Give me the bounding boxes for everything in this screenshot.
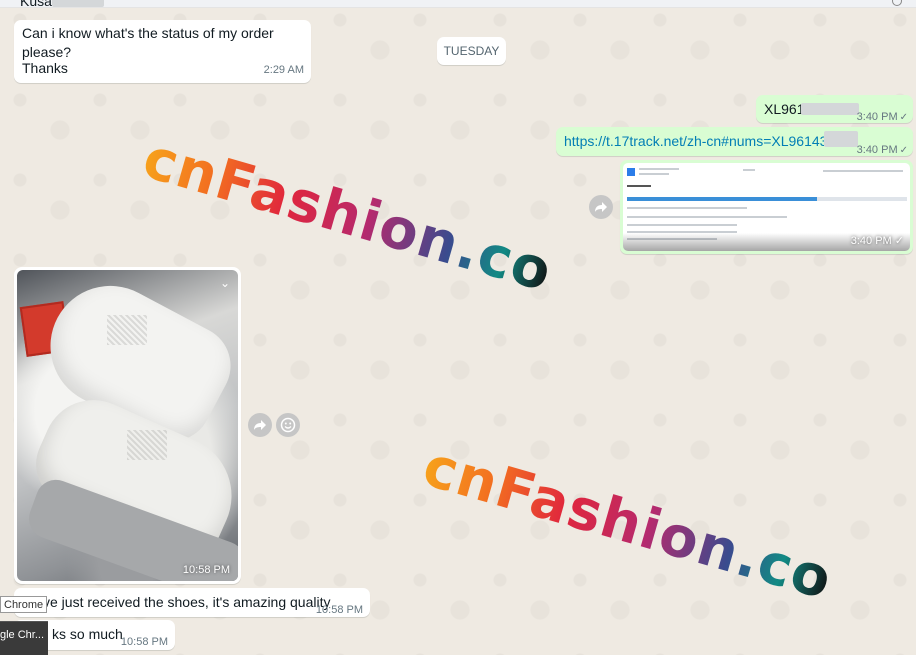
redacted-block [824, 131, 858, 147]
forward-icon[interactable] [589, 195, 613, 219]
message-time: 10:58 PM [315, 604, 363, 616]
chevron-down-icon[interactable]: ⌄ [220, 276, 230, 290]
message-outgoing-tracking[interactable]: XL961 3:40 PM ✓ [756, 95, 913, 123]
tracking-screenshot-image: 3:40 PM ✓ [623, 163, 910, 251]
message-time: 3:40 PM ✓ [856, 111, 908, 123]
taskbar-item-chrome[interactable]: gle Chr... [0, 621, 48, 655]
message-incoming-status[interactable]: Can i know what's the status of my order… [14, 20, 311, 83]
double-check-icon: ✓ [899, 145, 908, 156]
message-text: Can i know what's the status of my order… [22, 25, 274, 60]
tracking-link[interactable]: https://t.17track.net/zh-cn#nums=XL96143… [564, 132, 824, 151]
message-outgoing-screenshot[interactable]: 3:40 PM ✓ [620, 160, 913, 254]
message-text: Thanks [22, 60, 68, 76]
message-text: ve just received the shoes, it's amazing… [43, 594, 331, 610]
message-text: ks so much [52, 626, 123, 642]
chat-header: Kusa [0, 0, 916, 9]
emoji-icon[interactable] [276, 413, 300, 437]
message-outgoing-link[interactable]: https://t.17track.net/zh-cn#nums=XL96143… [556, 127, 913, 156]
contact-name-text: Kusa [20, 0, 52, 9]
message-time: 10:58 PM [120, 636, 168, 648]
message-text: XL961 [764, 101, 805, 117]
message-time: 2:29 AM [263, 64, 304, 76]
message-time: 3:40 PM ✓ [856, 144, 908, 156]
message-incoming-photo[interactable]: ⌄ 10:58 PM [14, 267, 241, 584]
shoe-photo: ⌄ 10:58 PM [17, 270, 238, 581]
message-incoming-received[interactable]: ve just received the shoes, it's amazing… [14, 588, 370, 617]
redacted-block [51, 0, 104, 8]
forward-icon[interactable] [248, 413, 272, 437]
menu-icon[interactable] [892, 0, 902, 6]
message-time: 3:40 PM ✓ [850, 235, 904, 247]
message-time: 10:58 PM [182, 564, 230, 576]
redacted-block [801, 103, 859, 115]
date-divider: TUESDAY [437, 37, 506, 65]
contact-name[interactable]: Kusa [20, 0, 104, 9]
double-check-icon: ✓ [899, 112, 908, 123]
tooltip: Chrome [0, 596, 48, 613]
